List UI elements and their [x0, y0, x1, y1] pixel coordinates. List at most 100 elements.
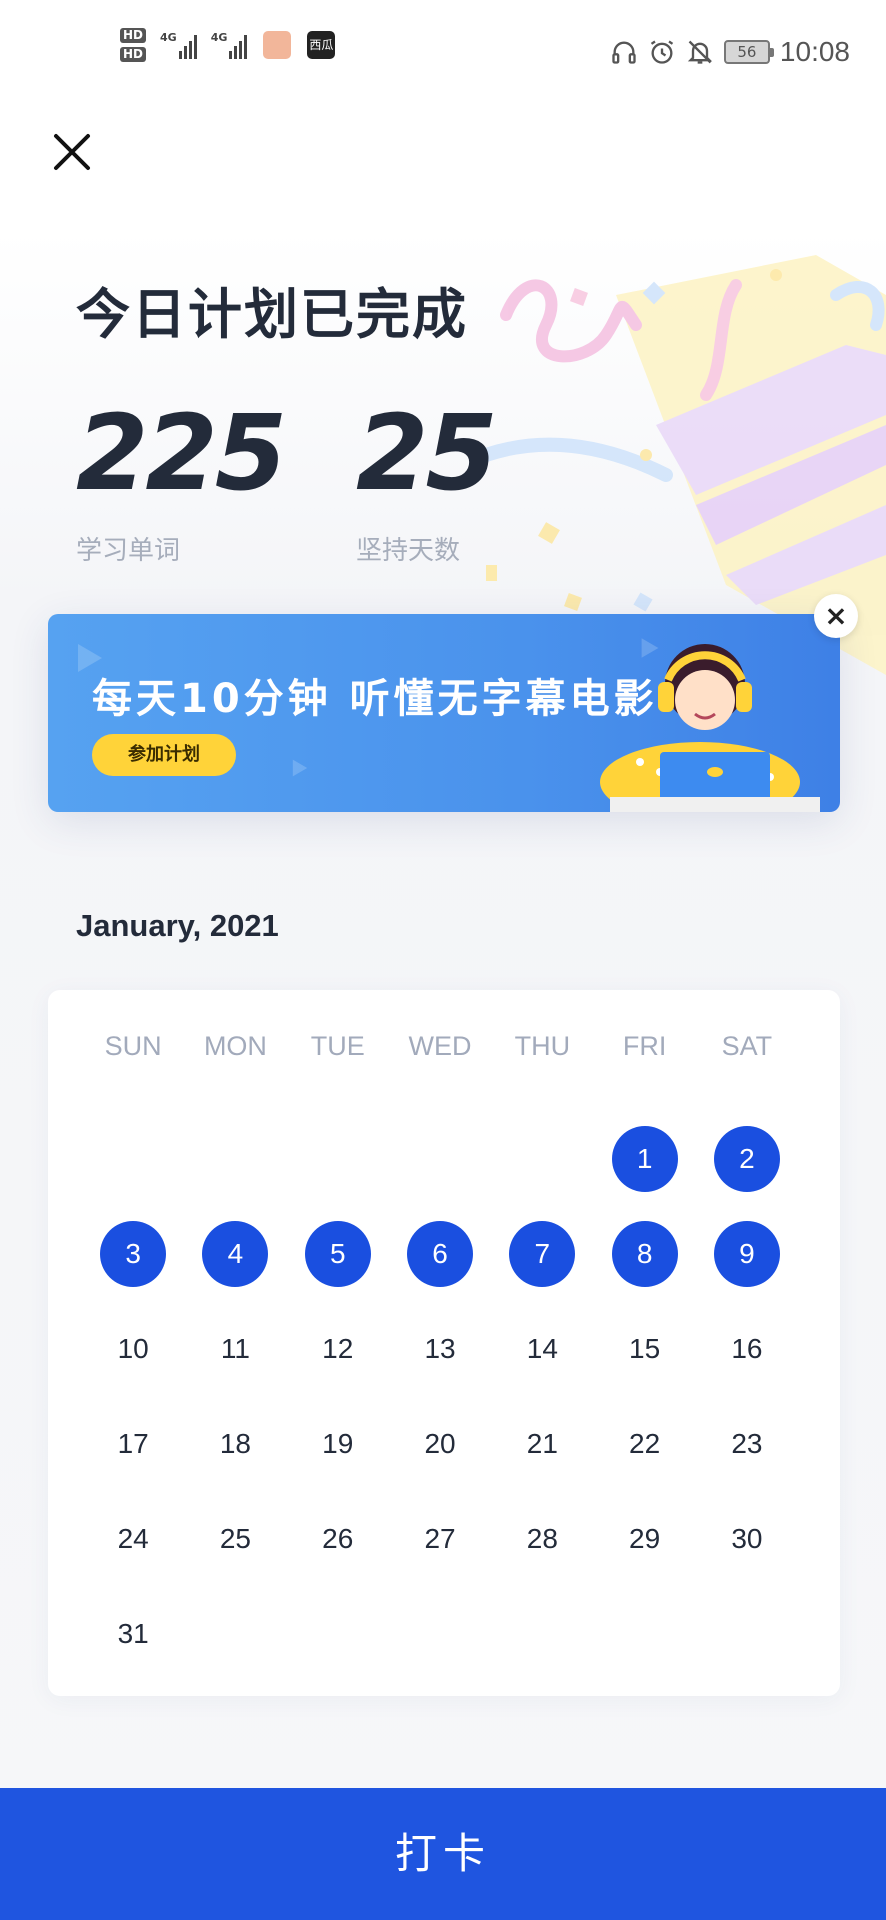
- calendar-day-number: 9: [713, 1220, 780, 1287]
- punch-in-button[interactable]: 打卡: [0, 1788, 886, 1920]
- calendar-day[interactable]: 16: [696, 1301, 798, 1396]
- bell-mute-icon: [687, 40, 713, 64]
- streak-days-count: 25: [356, 392, 498, 514]
- banner-close-button[interactable]: ×: [814, 594, 858, 638]
- promo-banner-container: 每天10分钟 听懂无字幕电影 参加计划 ×: [20, 586, 882, 840]
- calendar-day-number: 3: [100, 1220, 167, 1287]
- calendar-day[interactable]: 24: [82, 1491, 184, 1586]
- calendar-day-number: 27: [424, 1522, 456, 1554]
- calendar-day-number: 19: [322, 1427, 354, 1459]
- calendar-day[interactable]: 30: [696, 1491, 798, 1586]
- calendar-day[interactable]: 25: [184, 1491, 286, 1586]
- calendar-day[interactable]: 10: [82, 1301, 184, 1396]
- calendar-day[interactable]: 18: [184, 1396, 286, 1491]
- calendar-day-completed[interactable]: 5: [287, 1206, 389, 1301]
- hd1-badge: HD: [120, 28, 147, 43]
- page-title: 今日计划已完成: [76, 283, 468, 346]
- calendar-day-number: 21: [526, 1427, 558, 1459]
- calendar-month-label: January, 2021: [76, 908, 279, 943]
- calendar-day-number: 2: [713, 1125, 780, 1192]
- girl-with-headphones-illustration: [600, 644, 820, 812]
- calendar-day-number: 23: [731, 1427, 763, 1459]
- calendar-day-completed[interactable]: 2: [696, 1111, 798, 1206]
- calendar-day[interactable]: 15: [593, 1301, 695, 1396]
- battery-indicator: 56: [723, 40, 774, 64]
- calendar-day[interactable]: 12: [287, 1301, 389, 1396]
- calendar-day-number: 1: [611, 1125, 678, 1192]
- calendar-day-number: 22: [629, 1427, 661, 1459]
- clock: 10:08: [779, 36, 850, 67]
- words-label: 学习单词: [76, 536, 181, 566]
- calendar-empty-cell: [491, 1111, 593, 1206]
- words-count: 225: [76, 392, 287, 514]
- calendar-day-number: 28: [526, 1522, 558, 1554]
- calendar-day[interactable]: 14: [491, 1301, 593, 1396]
- calendar-day[interactable]: 20: [389, 1396, 491, 1491]
- weekday-header: WED: [408, 1031, 472, 1061]
- calendar-day-number: 15: [629, 1332, 661, 1364]
- calendar-day-number: 30: [731, 1522, 763, 1554]
- page: HD HD 4G 4G 西瓜 56 10:08 今日计划已完成 225 学习单词…: [0, 0, 886, 1920]
- calendar-day-completed[interactable]: 3: [82, 1206, 184, 1301]
- calendar-day[interactable]: 17: [82, 1396, 184, 1491]
- weekday-header: MON: [203, 1031, 267, 1061]
- calendar-day[interactable]: 22: [593, 1396, 695, 1491]
- calendar-day[interactable]: 11: [184, 1301, 286, 1396]
- calendar-day-number: 18: [219, 1427, 252, 1459]
- calendar-card: SUN MON TUE WED THU FRI SAT 1 2 3 4 5 6 7 8 9 10 11 12 13 14…: [48, 990, 840, 1696]
- calendar-day[interactable]: 26: [287, 1491, 389, 1586]
- calendar-day[interactable]: 27: [389, 1491, 491, 1586]
- streak-days-label: 坚持天数: [356, 536, 461, 566]
- signal-1-icon: 4G: [160, 31, 197, 59]
- calendar-empty-cell: [82, 1111, 184, 1206]
- calendar-day[interactable]: 23: [696, 1396, 798, 1491]
- calendar-day-number: 12: [322, 1332, 354, 1364]
- calendar-day-number: 10: [117, 1332, 149, 1364]
- calendar-empty-cell: [184, 1111, 286, 1206]
- calendar-day-completed[interactable]: 8: [593, 1206, 695, 1301]
- signal-2-icon: 4G: [211, 31, 248, 59]
- calendar-day-number: 13: [424, 1332, 456, 1364]
- calendar-day-number: 17: [117, 1427, 149, 1459]
- calendar-day[interactable]: 19: [287, 1396, 389, 1491]
- status-right: 56 10:08: [610, 36, 850, 68]
- calendar-day-completed[interactable]: 7: [491, 1206, 593, 1301]
- calendar-day-number: 29: [629, 1522, 661, 1554]
- weekday-header: THU: [514, 1031, 571, 1061]
- video-app-icon: 西瓜: [307, 31, 336, 59]
- signal-2-label: 4G: [210, 31, 228, 44]
- calendar-day-number: 26: [322, 1522, 354, 1554]
- calendar-day[interactable]: 31: [82, 1586, 184, 1681]
- close-icon[interactable]: [48, 128, 96, 176]
- calendar-empty-cell: [287, 1111, 389, 1206]
- calendar-day-completed[interactable]: 1: [593, 1111, 695, 1206]
- banner-headline: 每天10分钟 听懂无字幕电影: [92, 676, 658, 722]
- calendar-day[interactable]: 13: [389, 1301, 491, 1396]
- join-plan-button[interactable]: 参加计划: [92, 734, 236, 776]
- calendar-day[interactable]: 28: [491, 1491, 593, 1586]
- status-bar: HD HD 4G 4G 西瓜 56 10:08: [0, 0, 886, 108]
- alarm-icon: [650, 40, 674, 64]
- weekday-header: FRI: [622, 1031, 667, 1061]
- status-left: HD HD 4G 4G 西瓜: [120, 28, 336, 62]
- hd2-badge: HD: [120, 47, 147, 62]
- weekday-header: SUN: [104, 1031, 162, 1061]
- calendar-day-number: 5: [304, 1220, 371, 1287]
- calendar-day-completed[interactable]: 6: [389, 1206, 491, 1301]
- calendar-day-completed[interactable]: 9: [696, 1206, 798, 1301]
- calendar-day-number: 24: [117, 1522, 149, 1554]
- calendar-grid: SUN MON TUE WED THU FRI SAT 1 2 3 4 5 6 7 8 9 10 11 12 13 14…: [82, 1016, 798, 1681]
- calendar-day-number: 7: [509, 1220, 576, 1287]
- calendar-empty-cell: [389, 1111, 491, 1206]
- calendar-day[interactable]: 21: [491, 1396, 593, 1491]
- decor-triangle: [292, 759, 308, 777]
- weekday-header: SAT: [721, 1031, 773, 1061]
- calendar-day-completed[interactable]: 4: [184, 1206, 286, 1301]
- signal-1-label: 4G: [160, 31, 177, 44]
- headphone-icon: [612, 41, 636, 64]
- calendar-day[interactable]: 29: [593, 1491, 695, 1586]
- hd-indicators: HD HD: [120, 28, 147, 62]
- monkey-app-icon: [263, 31, 292, 59]
- calendar-day-number: 14: [526, 1332, 558, 1364]
- promo-banner[interactable]: 每天10分钟 听懂无字幕电影 参加计划: [48, 614, 840, 812]
